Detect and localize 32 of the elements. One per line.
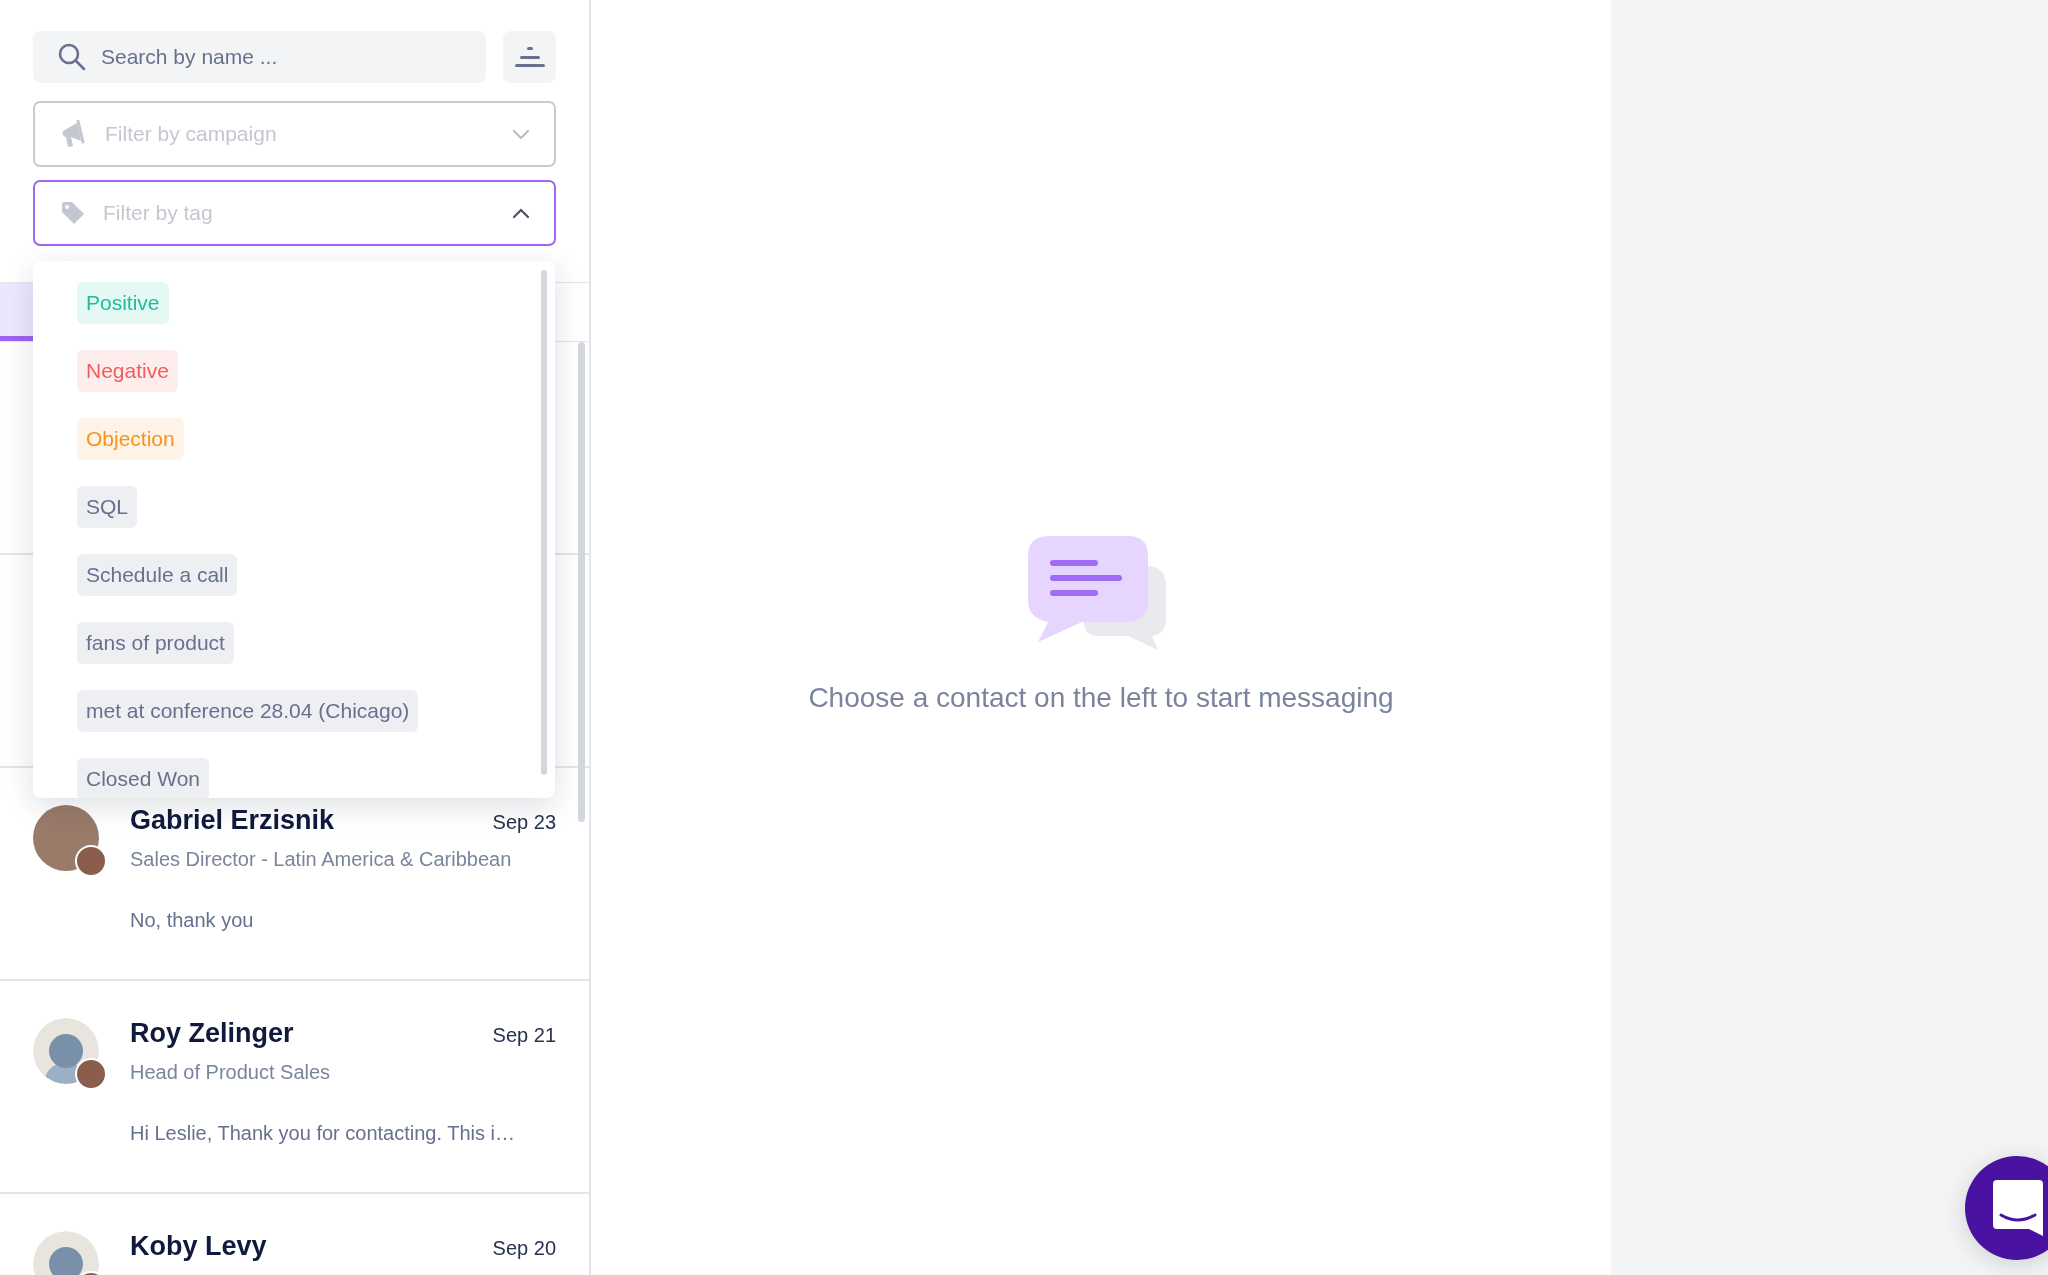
contact-name: Gabriel Erzisnik [130,805,335,836]
scrollbar[interactable] [541,270,547,775]
contact-name: Koby Levy [130,1231,267,1262]
contact-title: Head of Product Sales [130,1061,331,1084]
tag-icon [61,201,85,225]
tag-filter-placeholder: Filter by tag [103,201,214,225]
empty-state-message: Choose a contact on the left to start messaging [808,681,1394,714]
message-date: Sep 23 [492,811,556,834]
sort-button[interactable] [503,31,556,83]
message-date: Sep 21 [492,1024,556,1047]
chevron-icon [512,207,530,219]
tag-option[interactable]: Closed Won [77,758,209,798]
message-date: Sep 20 [492,1237,556,1260]
tag-option[interactable]: Schedule a call [77,554,238,596]
search-input[interactable]: Search by name ... [99,44,403,70]
chat-smile-icon [1993,1180,2043,1236]
search-field[interactable]: Search by name ... [33,31,486,83]
tag-option[interactable]: Negative [77,350,178,392]
search-icon [57,42,87,72]
contact-name: Roy Zelinger [130,1018,294,1049]
sort-icon [514,46,545,68]
contact-title: Sales Director - Latin America & Caribbean [130,848,512,871]
chevron-icon [512,128,530,140]
tag-option[interactable]: SQL [77,486,138,528]
scrollbar[interactable] [578,342,585,822]
campaign-filter-placeholder: Filter by campaign [105,122,278,146]
message-preview: Hi Leslie, Thank you for contacting. This i… [130,1122,515,1145]
message-preview: No, thank you [130,909,254,932]
tag-option[interactable]: met at conference 28.04 (Chicago) [77,690,419,732]
megaphone-icon [61,120,87,148]
tag-option[interactable]: fans of product [77,622,234,664]
tag-option[interactable]: Positive [77,282,169,324]
